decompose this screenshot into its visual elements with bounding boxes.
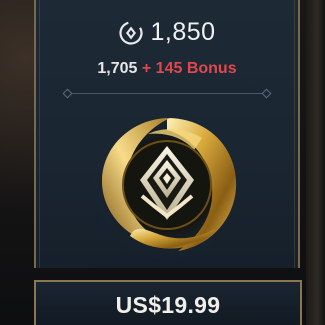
total-amount: 1,850 [150,18,216,46]
divider-cap-right [261,88,272,99]
price-label: US$19.99 [115,292,221,318]
base-amount: 1,705 [97,60,138,77]
amount-breakdown: 1,705 + 145 Bonus [36,60,298,78]
price-button[interactable]: US$19.99 [34,280,302,325]
divider-cap-left [62,88,73,99]
rp-bundle-card[interactable]: 1,850 1,705 + 145 Bonus [34,0,300,268]
bonus-amount: + 145 Bonus [141,60,237,77]
total-amount-row: 1,850 [36,18,298,47]
adjacent-card-edge [306,0,325,325]
riot-points-emblem-icon [93,111,241,259]
riot-points-icon [119,20,144,45]
divider-line [70,93,264,94]
ornamental-divider [62,88,272,99]
